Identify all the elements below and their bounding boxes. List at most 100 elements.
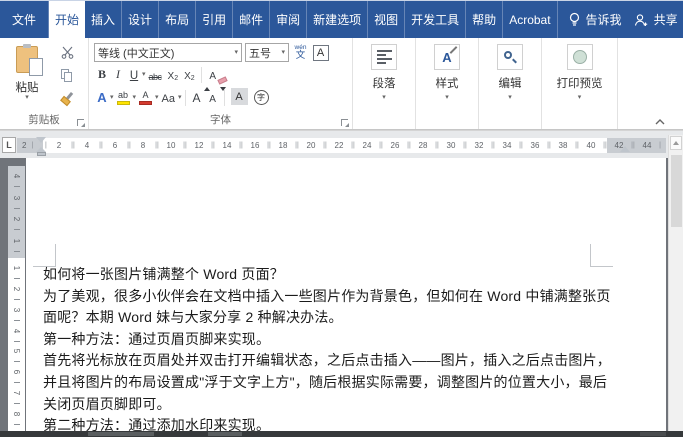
horizontal-ruler[interactable]: 2 |2||4||6||8||10||12||14||16||18||20||2… (17, 138, 666, 153)
editing-caret-icon: ▾ (508, 95, 512, 101)
styles-group-button[interactable]: A 样式 ▾ (416, 38, 479, 129)
font-size-value: 五号 (249, 45, 281, 61)
tab-cn-4[interactable]: 布局 (159, 1, 196, 38)
text-effects-button[interactable]: A (94, 89, 110, 107)
character-border-button[interactable]: A (312, 43, 329, 62)
editing-group-button[interactable]: 编辑 ▾ (479, 38, 542, 129)
editing-group-label: 编辑 (499, 75, 522, 91)
paste-dropdown-caret[interactable]: ▾ (25, 95, 29, 101)
change-case-button[interactable]: Aa (159, 89, 178, 107)
character-shading-button[interactable]: A (228, 89, 251, 107)
print-preview-group-button[interactable]: 打印预览 ▾ (542, 38, 618, 129)
document-line-6[interactable]: 并且将图片的布局设置成"浮于文字上方"，随后根据实际需要，调整图片的位置大小，最… (43, 372, 633, 394)
font-name-caret-icon: ▾ (234, 50, 238, 56)
vertical-ruler-text-section: 12345678 (8, 258, 25, 431)
scroll-up-button[interactable] (670, 136, 682, 150)
bold-button[interactable]: B (94, 66, 110, 84)
strikethrough-button[interactable]: abc (146, 66, 165, 84)
underline-button[interactable]: U (126, 66, 142, 84)
ruler-number-32: |32| (465, 138, 493, 153)
scrollbar-thumb[interactable] (671, 155, 682, 227)
vruler-number-2: 2 (12, 217, 20, 221)
document-area: 4321 12345678 如何将一张图片铺满整个 Word 页面？为了美观，很… (0, 158, 683, 431)
enclose-characters-button[interactable]: 字 (251, 89, 272, 107)
document-line-7[interactable]: 关闭页眉页脚即可。 (43, 394, 633, 416)
paste-clipboard-icon (16, 46, 38, 73)
tab-cn-6[interactable]: 邮件 (233, 1, 270, 38)
tab-acrobat[interactable]: Acrobat (503, 1, 557, 38)
grow-font-button[interactable]: A (189, 89, 205, 107)
subscript-button[interactable]: X2 (165, 66, 182, 84)
left-indent-marker[interactable] (37, 152, 46, 156)
enclose-characters-icon: 字 (254, 90, 269, 105)
collapse-ribbon-button[interactable] (653, 114, 667, 124)
tab-cn-5[interactable]: 引用 (196, 1, 233, 38)
paragraph-caret-icon: ▾ (382, 95, 386, 101)
tab-cn-0[interactable]: 文件 (0, 1, 49, 38)
ruler-number-34: |34| (493, 138, 521, 153)
tab-selector-button[interactable]: L (2, 137, 16, 153)
phonetic-guide-button[interactable]: wén 文 (292, 43, 309, 62)
format-painter-button[interactable] (56, 90, 78, 107)
vruler-number-2: 2 (12, 287, 20, 291)
ruler-number-10: |10| (157, 138, 185, 153)
vruler-number-8: 8 (12, 412, 20, 416)
document-text[interactable]: 如何将一张图片铺满整个 Word 页面？为了美观，很多小伙伴会在文档中插入一些图… (43, 264, 633, 437)
tab-cn-1[interactable]: 开始 (49, 1, 85, 38)
vertical-ruler-margin-section: 4321 (8, 166, 25, 258)
font-dialog-launcher[interactable] (341, 119, 348, 126)
document-line-5[interactable]: 首先将光标放在页眉处并双击打开编辑状态，之后点击插入——图片，插入之后点击图片， (43, 350, 633, 372)
font-color-icon: A (139, 91, 152, 105)
vruler-tick (14, 320, 20, 321)
italic-button[interactable]: I (110, 66, 126, 84)
right-indent-marker[interactable] (620, 146, 630, 152)
tab-cn-10[interactable]: 开发工具 (405, 1, 466, 38)
vruler-number-7: 7 (12, 391, 20, 395)
cut-button[interactable] (56, 44, 78, 61)
scroll-up-arrow-icon (673, 141, 679, 145)
clear-formatting-button[interactable]: A (205, 66, 221, 84)
tab-cn-9[interactable]: 视图 (368, 1, 405, 38)
document-line-4[interactable]: 第一种方法：通过页眉页脚来实现。 (43, 329, 633, 351)
vertical-ruler[interactable]: 4321 12345678 (8, 166, 25, 431)
ruler-band: L 2 |2||4||6||8||10||12||14||16||18||20|… (0, 130, 683, 158)
font-size-combobox[interactable]: 五号 ▾ (245, 43, 289, 62)
vruler-tick (14, 382, 20, 383)
vruler-tick (14, 229, 20, 230)
paste-button[interactable]: 粘贴 ▾ (6, 43, 48, 109)
ruler-left-margin-number: 2 (22, 138, 33, 153)
vertical-scrollbar[interactable] (668, 135, 683, 437)
tab-cn-3[interactable]: 设计 (122, 1, 159, 38)
tab-cn-8[interactable]: 新建选项 (307, 1, 368, 38)
text-highlight-button[interactable]: ab (114, 89, 133, 107)
tell-me-button[interactable]: 告诉我 (562, 1, 628, 38)
magnifier-icon (503, 50, 517, 64)
tab-cn-2[interactable]: 插入 (85, 1, 122, 38)
copy-button[interactable] (56, 67, 78, 84)
clipboard-dialog-launcher[interactable] (77, 119, 84, 126)
character-shading-icon: A (231, 88, 248, 105)
share-button[interactable]: 共享 (628, 1, 683, 38)
document-line-3[interactable]: 面呢？本期 Word 妹与大家分享 2 种解决办法。 (43, 307, 633, 329)
document-line-2[interactable]: 为了美观，很多小伙伴会在文档中插入一些图片作为背景色，但如何在 Word 中铺满… (43, 286, 633, 308)
font-name-combobox[interactable]: 等线 (中文正文) ▾ (94, 43, 242, 62)
styles-icon: A (442, 50, 451, 65)
font-color-button[interactable]: A (136, 89, 155, 107)
superscript-button[interactable]: X2 (181, 66, 198, 84)
format-painter-icon (60, 92, 74, 106)
first-line-indent-marker[interactable] (36, 137, 46, 143)
paragraph-group-button[interactable]: 段落 ▾ (353, 38, 416, 129)
tab-cn-7[interactable]: 审阅 (270, 1, 307, 38)
change-case-caret-icon[interactable]: ▾ (178, 95, 182, 101)
ruler-number-40: |40| (577, 138, 605, 153)
document-line-1[interactable]: 如何将一张图片铺满整个 Word 页面？ (43, 264, 633, 286)
ruler-number-8: |8| (129, 138, 157, 153)
pencil-icon (449, 46, 457, 54)
ruler-number-20: |20| (297, 138, 325, 153)
ruler-number-4: |4| (73, 138, 101, 153)
vruler-number-1: 1 (12, 266, 20, 270)
ruler-number-2: |2| (45, 138, 73, 153)
styles-group-label: 样式 (436, 75, 459, 91)
shrink-font-button[interactable]: A (205, 89, 221, 107)
tab-cn-11[interactable]: 帮助 (466, 1, 503, 38)
